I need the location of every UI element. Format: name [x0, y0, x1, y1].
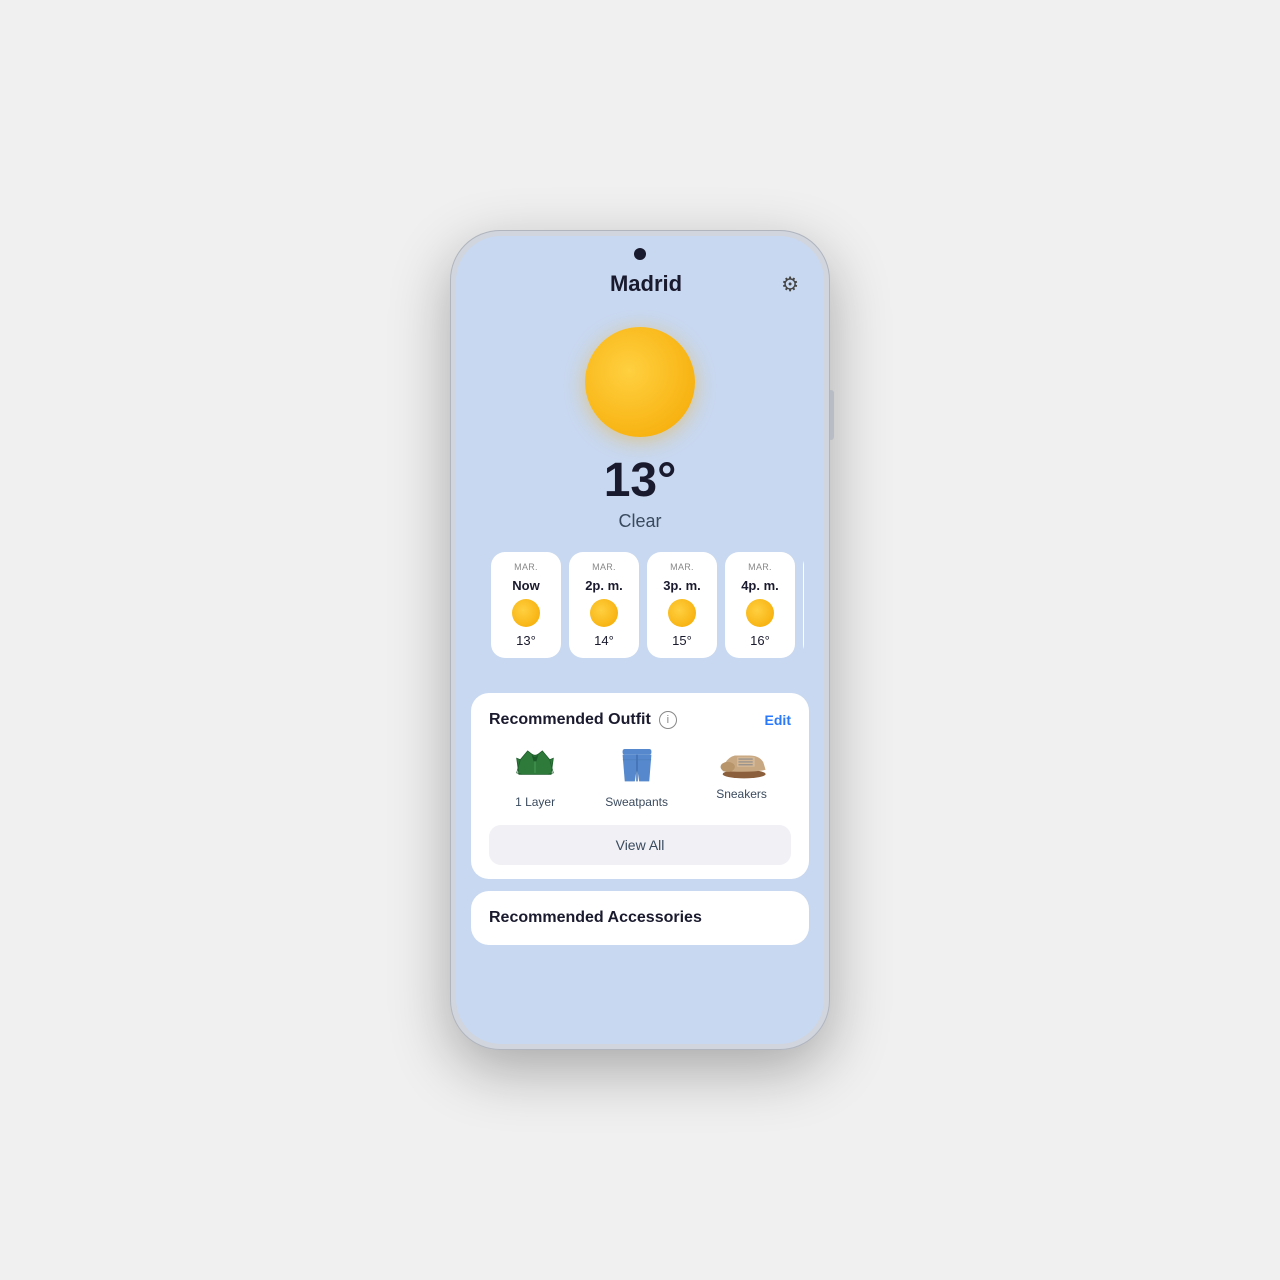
accessories-card: Recommended Accessories	[471, 891, 809, 945]
outfit-label-jacket: 1 Layer	[515, 795, 555, 809]
hourly-sun-0	[512, 599, 540, 627]
sun-icon	[585, 327, 695, 437]
hourly-temp-0: 13°	[516, 633, 536, 648]
hourly-label-2: MAR.	[670, 562, 694, 572]
hourly-sun-3	[746, 599, 774, 627]
hourly-time-0: Now	[512, 578, 539, 593]
hourly-label-0: MAR.	[514, 562, 538, 572]
weather-section: Madrid ⚙ 13° Clear MAR. Now 13°	[456, 236, 824, 693]
info-icon-label: i	[667, 714, 669, 726]
edit-button[interactable]: Edit	[765, 712, 791, 728]
outfit-title: Recommended Outfit	[489, 711, 651, 729]
outfit-label-sneakers: Sneakers	[716, 787, 767, 801]
phone-frame: Madrid ⚙ 13° Clear MAR. Now 13°	[450, 230, 830, 1050]
outfit-header: Recommended Outfit i Edit	[489, 711, 791, 729]
screen-content[interactable]: Madrid ⚙ 13° Clear MAR. Now 13°	[456, 236, 824, 1044]
camera-notch	[634, 248, 646, 260]
outfit-item-sneakers[interactable]: Sneakers	[716, 745, 767, 809]
hourly-temp-1: 14°	[594, 633, 614, 648]
view-all-button[interactable]: View All	[489, 825, 791, 865]
hourly-container: MAR. Now 13° MAR. 2p. m. 14° MAR	[491, 552, 804, 658]
sweatpants-icon	[619, 745, 655, 789]
weather-description: Clear	[618, 511, 661, 532]
accessories-title: Recommended Accessories	[489, 909, 702, 926]
outfit-label-sweatpants: Sweatpants	[605, 795, 668, 809]
hourly-time-1: 2p. m.	[585, 578, 623, 593]
hourly-card-4[interactable]: M 5p 17°	[803, 552, 804, 658]
outfit-items: 1 Layer	[489, 745, 791, 809]
outfit-title-row: Recommended Outfit i	[489, 711, 677, 729]
hourly-card-0[interactable]: MAR. Now 13°	[491, 552, 561, 658]
city-name: Madrid	[511, 271, 781, 297]
sneaker-icon	[717, 745, 767, 781]
hourly-sun-1	[590, 599, 618, 627]
hourly-card-2[interactable]: MAR. 3p. m. 15°	[647, 552, 717, 658]
phone-screen: Madrid ⚙ 13° Clear MAR. Now 13°	[456, 236, 824, 1044]
outfit-item-jacket[interactable]: 1 Layer	[513, 745, 557, 809]
hourly-card-1[interactable]: MAR. 2p. m. 14°	[569, 552, 639, 658]
outfit-item-sweatpants[interactable]: Sweatpants	[605, 745, 668, 809]
outfit-card: Recommended Outfit i Edit	[471, 693, 809, 879]
info-icon[interactable]: i	[659, 711, 677, 729]
settings-icon[interactable]: ⚙	[781, 272, 799, 297]
hourly-label-3: MAR.	[748, 562, 772, 572]
hourly-label-1: MAR.	[592, 562, 616, 572]
hourly-temp-2: 15°	[672, 633, 692, 648]
cards-area: Recommended Outfit i Edit	[456, 693, 824, 965]
hourly-card-3[interactable]: MAR. 4p. m. 16°	[725, 552, 795, 658]
hourly-sun-2	[668, 599, 696, 627]
hourly-temp-3: 16°	[750, 633, 770, 648]
hourly-time-3: 4p. m.	[741, 578, 779, 593]
hourly-scroll[interactable]: MAR. Now 13° MAR. 2p. m. 14° MAR	[476, 552, 804, 673]
header-row: Madrid ⚙	[476, 271, 804, 297]
hourly-time-2: 3p. m.	[663, 578, 701, 593]
jacket-icon	[513, 745, 557, 789]
temperature-display: 13°	[604, 457, 677, 505]
